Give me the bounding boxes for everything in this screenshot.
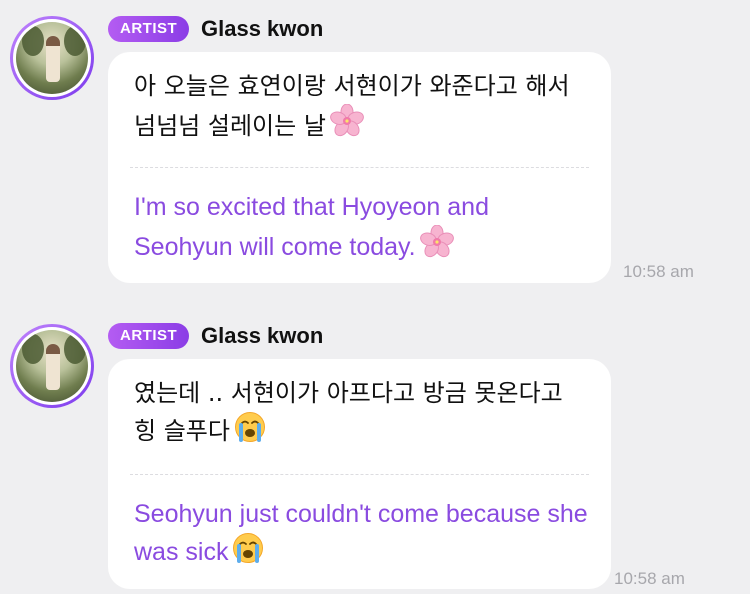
avatar[interactable] bbox=[10, 16, 94, 100]
message-bubble[interactable]: 였는데 .. 서현이가 아프다고 방금 못온다고 힝 슬푸다 Seohyun j… bbox=[108, 359, 611, 589]
message-text: 아 오늘은 효연이랑 서현이가 와준다고 해서 넘넘넘 설레이는 날 bbox=[134, 69, 589, 148]
translation-divider bbox=[130, 167, 589, 168]
cherry-blossom-icon bbox=[419, 224, 454, 269]
timestamp: 10:58 am bbox=[623, 262, 694, 281]
cherry-blossom-icon bbox=[330, 103, 364, 148]
loudly-crying-face-icon bbox=[232, 532, 264, 574]
message-text: 였는데 .. 서현이가 아프다고 방금 못온다고 힝 슬푸다 bbox=[134, 376, 589, 453]
sender-name: Glass kwon bbox=[201, 323, 324, 348]
sender-name: Glass kwon bbox=[201, 16, 324, 41]
artist-badge: ARTIST bbox=[108, 323, 190, 349]
translation-text: Seohyun just couldn't come because she w… bbox=[134, 497, 589, 574]
timestamp: 10:58 am bbox=[614, 569, 685, 588]
avatar[interactable] bbox=[10, 324, 94, 408]
message-bubble[interactable]: 아 오늘은 효연이랑 서현이가 와준다고 해서 넘넘넘 설레이는 날 I'm s… bbox=[108, 52, 611, 283]
artist-badge: ARTIST bbox=[108, 16, 190, 42]
loudly-crying-face-icon bbox=[234, 411, 266, 453]
translation-divider bbox=[130, 474, 589, 475]
translation-text: I'm so excited that Hyoyeon and Seohyun … bbox=[134, 190, 589, 269]
